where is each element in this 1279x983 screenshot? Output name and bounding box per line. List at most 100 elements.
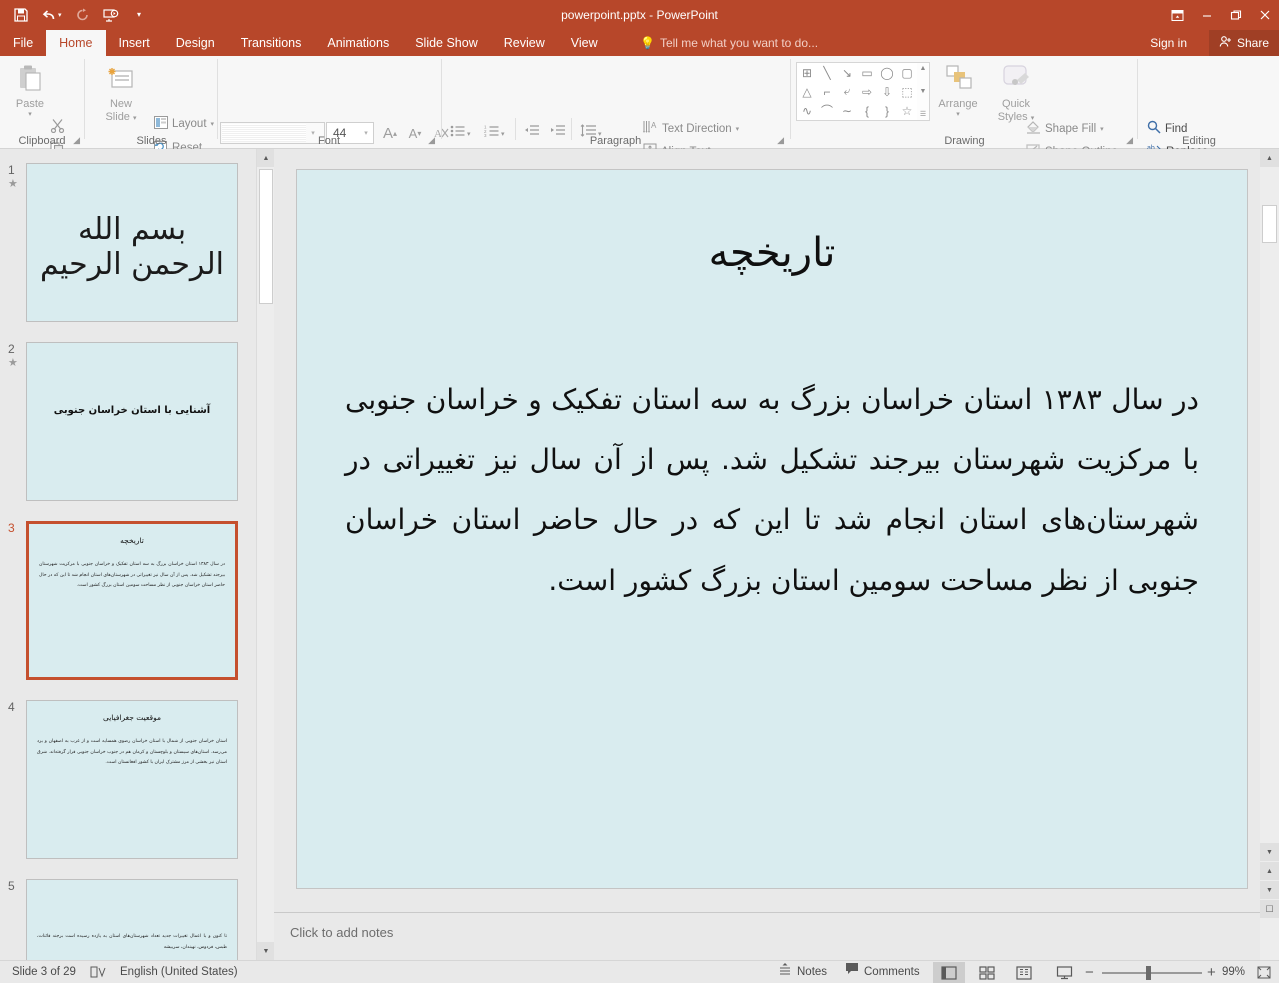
tab-design[interactable]: Design bbox=[163, 30, 228, 56]
scroll-up-icon[interactable]: ▲ bbox=[1260, 149, 1279, 167]
shape-star[interactable]: ☆ bbox=[897, 101, 917, 120]
shape-down-arrow[interactable]: ⇩ bbox=[877, 82, 897, 101]
shape-scribble[interactable]: ∿ bbox=[797, 101, 817, 120]
arrange-button[interactable]: Arrange ▾ bbox=[930, 64, 986, 119]
minimize-icon[interactable] bbox=[1192, 0, 1221, 30]
thumbnail-slide-1[interactable]: 1 ★ بسم الله الرحمن الرحيم bbox=[0, 163, 256, 331]
workspace: 1 ★ بسم الله الرحمن الرحيم 2 ★ آشنایی با… bbox=[0, 149, 1279, 960]
paste-caret-icon[interactable]: ▾ bbox=[28, 111, 32, 119]
thumbnail-image[interactable]: تاریخچه در سال ۱۳۸۳ استان خراسان بزرگ به… bbox=[26, 521, 238, 680]
shapes-gallery[interactable]: ⊞ ╲ ↘ ▭ ◯ ▢ △ ⌐ ⤶ ⇨ ⇩ ⬚ ∿ ⌒ ∼ { } ☆ bbox=[796, 62, 918, 121]
shape-curve[interactable]: ∼ bbox=[837, 101, 857, 120]
slide-show-view-button[interactable] bbox=[1048, 962, 1080, 983]
tab-file[interactable]: File bbox=[0, 30, 47, 56]
gallery-more-icon[interactable]: ☰ bbox=[920, 110, 926, 118]
thumbnail-slide-3[interactable]: 3 تاریخچه در سال ۱۳۸۳ استان خراسان بزرگ … bbox=[0, 521, 256, 689]
layout-button[interactable]: Layout ▾ bbox=[154, 116, 214, 132]
thumbnail-image[interactable]: تا کنون و با اعمال تغییرات جدید تعداد شه… bbox=[26, 879, 238, 960]
separator-3 bbox=[441, 59, 442, 139]
reading-view-button[interactable] bbox=[1008, 962, 1040, 983]
shape-triangle[interactable]: △ bbox=[797, 82, 817, 101]
group-label-editing: Editing bbox=[1182, 135, 1216, 147]
slide-title-placeholder[interactable]: تاریخچه bbox=[337, 230, 1207, 276]
slide-body-placeholder[interactable]: در سال ۱۳۸۳ استان خراسان بزرگ به سه استا… bbox=[345, 370, 1199, 611]
shape-elbow-arrow[interactable]: ⤶ bbox=[837, 82, 857, 101]
tab-home[interactable]: Home bbox=[46, 30, 106, 56]
shapes-gallery-scrollbar[interactable]: ▲ ▼ ☰ bbox=[917, 62, 930, 121]
close-icon[interactable] bbox=[1250, 0, 1279, 30]
arrange-caret-icon[interactable]: ▾ bbox=[956, 111, 960, 119]
shape-line[interactable]: ╲ bbox=[817, 63, 837, 82]
layout-caret-icon[interactable]: ▾ bbox=[211, 120, 215, 128]
tab-animations[interactable]: Animations bbox=[314, 30, 402, 56]
thumbnail-slide-5[interactable]: 5 تا کنون و با اعمال تغییرات جدید تعداد … bbox=[0, 879, 256, 960]
sign-in-button[interactable]: Sign in bbox=[1150, 30, 1187, 56]
slide-thumbnail-pane[interactable]: 1 ★ بسم الله الرحمن الرحيم 2 ★ آشنایی با… bbox=[0, 149, 256, 960]
slide-sorter-view-button[interactable] bbox=[971, 962, 1003, 983]
shape-oval[interactable]: ◯ bbox=[877, 63, 897, 82]
shape-flowchart[interactable]: ⬚ bbox=[897, 82, 917, 101]
scrollbar-thumb[interactable] bbox=[259, 169, 273, 304]
fit-slide-icon[interactable]: ☐ bbox=[1260, 900, 1279, 918]
shape-right-arrow[interactable]: ⇨ bbox=[857, 82, 877, 101]
shape-right-brace[interactable]: } bbox=[877, 101, 897, 120]
tab-review[interactable]: Review bbox=[491, 30, 558, 56]
previous-slide-icon[interactable]: ▲ bbox=[1260, 862, 1279, 880]
tell-me-search[interactable]: 💡 Tell me what you want to do... bbox=[640, 30, 818, 56]
new-slide-button[interactable]: New Slide ▾ bbox=[94, 66, 148, 123]
shape-rounded-rectangle[interactable]: ▢ bbox=[897, 63, 917, 82]
text-direction-caret-icon[interactable]: ▾ bbox=[736, 125, 740, 133]
tab-transitions[interactable]: Transitions bbox=[228, 30, 315, 56]
shape-fill-caret-icon[interactable]: ▾ bbox=[1100, 125, 1104, 133]
restore-icon[interactable] bbox=[1221, 0, 1250, 30]
zoom-level-label[interactable]: 99% bbox=[1222, 961, 1245, 983]
normal-view-button[interactable] bbox=[933, 962, 965, 983]
slide-counter[interactable]: Slide 3 of 29 bbox=[12, 961, 76, 983]
thumbnail-slide-4[interactable]: 4 موقعیت جغرافیایی استان خراسان جنوبی از… bbox=[0, 700, 256, 868]
share-button[interactable]: Share bbox=[1208, 30, 1279, 56]
shape-left-brace[interactable]: { bbox=[857, 101, 877, 120]
current-slide[interactable]: تاریخچه در سال ۱۳۸۳ استان خراسان بزرگ به… bbox=[296, 169, 1248, 889]
paragraph-dialog-launcher[interactable]: ◢ bbox=[777, 135, 784, 146]
tab-insert[interactable]: Insert bbox=[106, 30, 163, 56]
scroll-up-icon[interactable]: ▲ bbox=[257, 149, 275, 167]
thumbnail-image[interactable]: موقعیت جغرافیایی استان خراسان جنوبی از ش… bbox=[26, 700, 238, 859]
gallery-scroll-up-icon[interactable]: ▲ bbox=[920, 65, 927, 72]
spellcheck-icon[interactable] bbox=[90, 965, 106, 983]
language-indicator[interactable]: English (United States) bbox=[120, 961, 238, 983]
thumbnail-image[interactable]: بسم الله الرحمن الرحيم bbox=[26, 163, 238, 322]
shape-text-box[interactable]: ⊞ bbox=[797, 63, 817, 82]
comments-button[interactable]: Comments bbox=[845, 961, 920, 983]
thumbnail-number: 4 bbox=[8, 700, 15, 714]
tab-view[interactable]: View bbox=[558, 30, 611, 56]
next-slide-icon[interactable]: ▼ bbox=[1260, 881, 1279, 899]
drawing-dialog-launcher[interactable]: ◢ bbox=[1126, 135, 1133, 146]
notes-button[interactable]: Notes bbox=[778, 961, 827, 983]
thumbnail-slide-2[interactable]: 2 ★ آشنایی با استان خراسان جنوبی bbox=[0, 342, 256, 510]
zoom-slider-track[interactable] bbox=[1102, 972, 1202, 974]
gallery-scroll-down-icon[interactable]: ▼ bbox=[920, 88, 927, 95]
cut-icon[interactable] bbox=[46, 114, 68, 136]
shape-elbow-connector[interactable]: ⌐ bbox=[817, 82, 837, 101]
thumbnail-scrollbar[interactable]: ▲ ▼ bbox=[256, 149, 275, 960]
shape-arc[interactable]: ⌒ bbox=[817, 101, 837, 120]
zoom-in-button[interactable]: + bbox=[1207, 961, 1216, 983]
notes-pane[interactable]: Click to add notes bbox=[274, 912, 1260, 960]
tab-slide-show[interactable]: Slide Show bbox=[402, 30, 491, 56]
paste-button[interactable]: Paste ▾ bbox=[6, 64, 54, 119]
notes-placeholder[interactable]: Click to add notes bbox=[290, 925, 393, 940]
clipboard-dialog-launcher[interactable]: ◢ bbox=[73, 135, 80, 146]
scrollbar-thumb[interactable] bbox=[1262, 205, 1277, 243]
zoom-out-button[interactable]: − bbox=[1085, 961, 1094, 983]
ribbon-display-options-icon[interactable] bbox=[1163, 0, 1192, 30]
shape-rectangle[interactable]: ▭ bbox=[857, 63, 877, 82]
scroll-down-icon[interactable]: ▼ bbox=[257, 942, 275, 960]
fit-to-window-icon[interactable] bbox=[1256, 965, 1272, 983]
scroll-down-icon[interactable]: ▼ bbox=[1260, 843, 1279, 861]
thumbnail-image[interactable]: آشنایی با استان خراسان جنوبی bbox=[26, 342, 238, 501]
quick-styles-button[interactable]: Quick Styles ▾ bbox=[988, 64, 1044, 123]
shape-arrow[interactable]: ↘ bbox=[837, 63, 857, 82]
font-dialog-launcher[interactable]: ◢ bbox=[428, 135, 435, 146]
zoom-slider-thumb[interactable] bbox=[1146, 966, 1151, 980]
editor-scrollbar[interactable]: ▲ ▼ ▲ ▼ ☐ bbox=[1260, 149, 1279, 960]
